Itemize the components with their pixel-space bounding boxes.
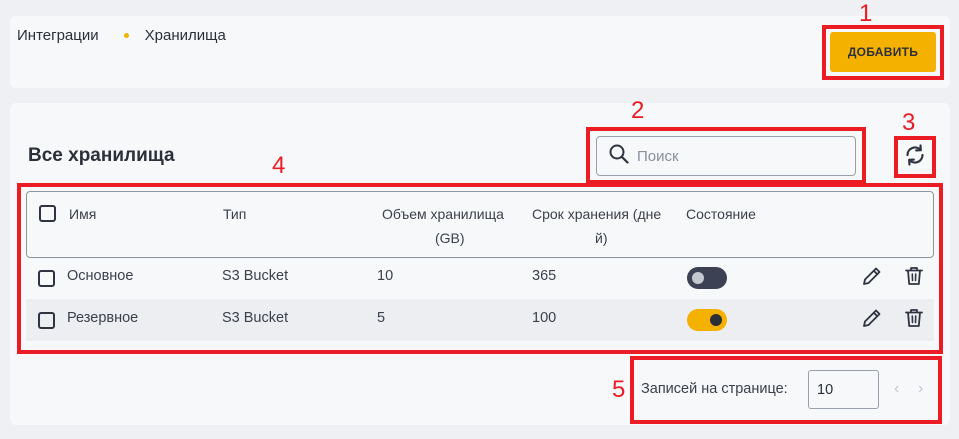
row-type: S3 Bucket	[222, 268, 289, 284]
state-toggle[interactable]	[687, 267, 727, 289]
select-all-checkbox[interactable]	[39, 205, 56, 222]
rows-per-page-input[interactable]: 10	[808, 370, 879, 409]
row-size: 5	[377, 310, 386, 326]
toggle-knob	[710, 314, 722, 326]
trash-icon	[903, 265, 925, 292]
edit-button[interactable]	[860, 266, 884, 290]
search-field[interactable]	[596, 136, 856, 176]
trash-icon	[903, 307, 925, 334]
chevron-left-icon[interactable]: ‹	[894, 380, 899, 398]
breadcrumb: Интеграции Хранилища	[17, 27, 226, 44]
rows-per-page-label: Записей на странице:	[641, 381, 788, 397]
row-retention: 365	[532, 268, 557, 284]
column-retention[interactable]: Срок хранения (дне	[532, 203, 661, 225]
column-size-unit: (GB)	[435, 230, 465, 246]
row-checkbox[interactable]	[38, 312, 55, 329]
breadcrumb-current: Хранилища	[144, 27, 226, 44]
breadcrumb-separator	[123, 33, 129, 38]
column-retention-wrap: й)	[595, 230, 608, 246]
table-header: Имя Тип Объем хранилища (GB) Срок хранен…	[26, 191, 934, 258]
pencil-icon	[861, 265, 883, 292]
toggle-knob	[692, 272, 704, 284]
column-state[interactable]: Состояние	[686, 203, 756, 225]
row-type: S3 Bucket	[222, 310, 289, 326]
chevron-right-icon[interactable]: ›	[918, 380, 923, 398]
table-row: Резервное S3 Bucket 5 100	[26, 299, 934, 341]
column-size[interactable]: Объем хранилища	[382, 203, 504, 225]
row-retention: 100	[532, 310, 557, 326]
delete-button[interactable]	[902, 308, 926, 332]
add-button[interactable]: ДОБАВИТЬ	[830, 32, 936, 72]
annotation-number-2: 2	[631, 97, 645, 124]
row-size: 10	[377, 268, 394, 284]
search-icon	[609, 144, 629, 169]
refresh-button[interactable]	[899, 142, 931, 172]
pencil-icon	[861, 307, 883, 334]
annotation-number-1: 1	[859, 0, 873, 27]
breadcrumb-parent[interactable]: Интеграции	[17, 27, 99, 44]
column-type[interactable]: Тип	[223, 203, 246, 225]
table-row: Основное S3 Bucket 10 365	[26, 257, 934, 299]
annotation-number-5: 5	[612, 376, 626, 403]
annotation-number-4: 4	[272, 152, 286, 179]
page-title: Все хранилища	[28, 145, 175, 166]
refresh-icon	[903, 143, 927, 172]
column-name[interactable]: Имя	[69, 203, 96, 225]
row-checkbox[interactable]	[38, 270, 55, 287]
delete-button[interactable]	[902, 266, 926, 290]
row-name: Основное	[67, 268, 134, 284]
annotation-number-3: 3	[902, 109, 916, 136]
state-toggle[interactable]	[687, 309, 727, 331]
edit-button[interactable]	[860, 308, 884, 332]
search-input[interactable]	[637, 147, 837, 165]
row-name: Резервное	[67, 310, 139, 326]
